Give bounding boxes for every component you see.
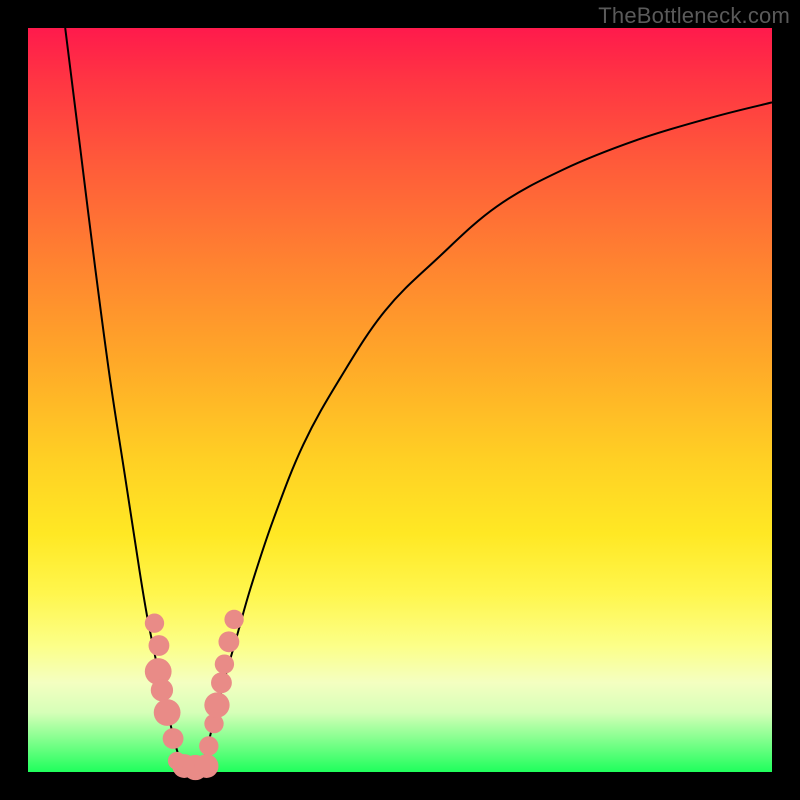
data-marker [204, 692, 229, 717]
curve-right-branch [199, 102, 772, 772]
data-marker [151, 679, 173, 701]
chart-frame: TheBottleneck.com [0, 0, 800, 800]
data-marker [154, 699, 181, 726]
data-marker [215, 654, 234, 673]
data-marker [145, 614, 164, 633]
curve-left-branch [65, 28, 184, 772]
data-marker [211, 672, 232, 693]
curve-svg [28, 28, 772, 772]
plot-area [28, 28, 772, 772]
data-marker [163, 728, 184, 749]
data-marker [218, 631, 239, 652]
watermark-text: TheBottleneck.com [598, 3, 790, 29]
data-marker [199, 736, 218, 755]
data-marker [149, 635, 170, 656]
data-marker [195, 754, 219, 778]
data-marker [224, 610, 243, 629]
data-markers [145, 610, 244, 780]
